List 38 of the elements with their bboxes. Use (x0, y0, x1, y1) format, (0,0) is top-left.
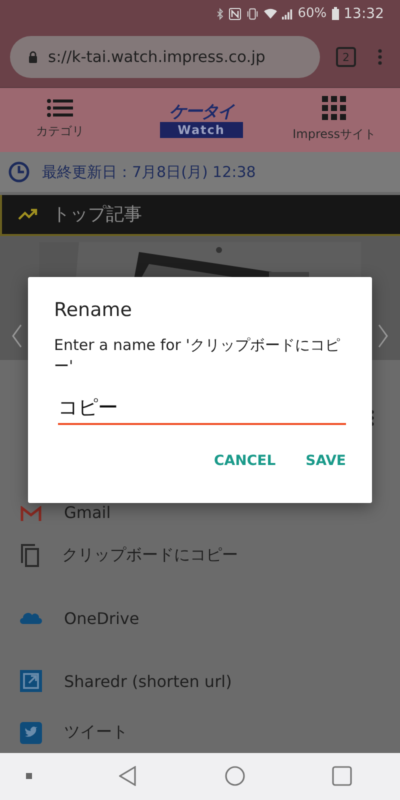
name-input[interactable]: コピー (58, 389, 346, 425)
impress-sites-button[interactable]: Impressサイト (292, 96, 376, 144)
external-link-icon (20, 670, 42, 692)
clock: 13:32 (344, 6, 384, 22)
grid-icon (322, 96, 346, 120)
share-option[interactable]: Sharedr (shorten url) (0, 650, 400, 713)
nfc-icon (228, 8, 241, 20)
mail-icon (20, 506, 42, 522)
bluetooth-icon (216, 8, 224, 20)
recents-icon[interactable] (332, 766, 352, 786)
address-bar[interactable]: s://k-tai.watch.impress.co.jp (10, 36, 320, 78)
copy-icon (20, 543, 40, 568)
tab-count-button[interactable]: 2 (336, 47, 356, 67)
trending-icon (18, 208, 38, 220)
share-option[interactable]: クリップボードにコピー (0, 524, 400, 587)
cloud-icon (20, 612, 42, 624)
home-icon[interactable] (224, 766, 245, 786)
vibrate-icon (246, 8, 259, 20)
chevron-right-icon[interactable] (378, 324, 388, 348)
wifi-icon (264, 8, 277, 20)
dialog-title: Rename (54, 299, 133, 321)
dialog-message: Enter a name for 'クリップボードにコピー' (54, 335, 341, 377)
lock-icon (28, 51, 38, 63)
category-button[interactable]: カテゴリ (36, 99, 84, 140)
battery-icon (332, 7, 339, 20)
signal-icon (282, 8, 293, 20)
section-title: トップ記事 (52, 203, 142, 226)
bird-icon (20, 722, 42, 744)
url-text: s://k-tai.watch.impress.co.jp (48, 48, 266, 66)
share-option[interactable]: OneDrive (0, 586, 400, 650)
chevron-left-icon[interactable] (12, 324, 22, 348)
share-option[interactable]: ツイート (0, 712, 400, 753)
battery-percent: 60% (298, 6, 327, 22)
list-icon (47, 99, 73, 118)
site-logo[interactable]: ケータイ Watch (160, 102, 243, 138)
last-updated-text: 最終更新日：7月8日(月) 12:38 (42, 162, 256, 182)
back-icon[interactable] (119, 766, 138, 786)
clock-icon (8, 161, 30, 184)
